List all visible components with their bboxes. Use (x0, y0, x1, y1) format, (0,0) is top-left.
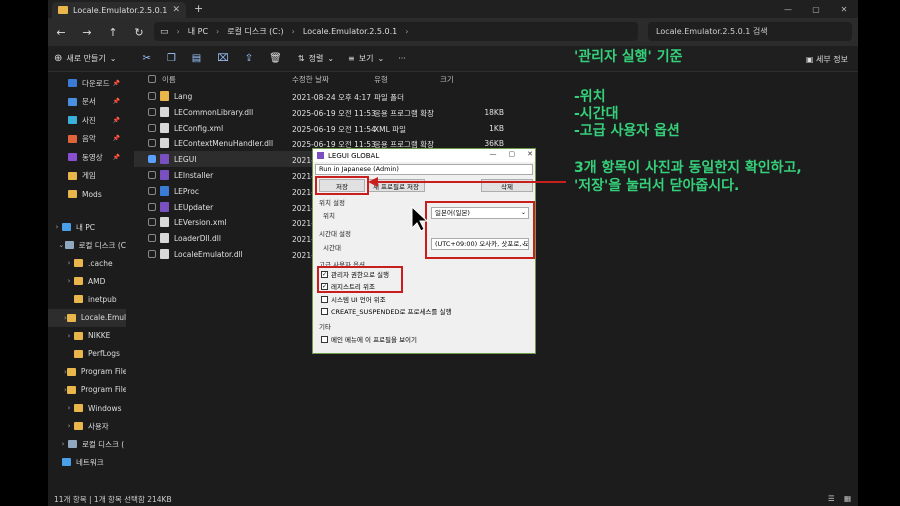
annotation-arrow (368, 177, 566, 232)
note-advanced: -고급 사용자 옵션 (574, 123, 680, 139)
note-title: '관리자 실행' 기준 (574, 49, 683, 65)
mouse-cursor-icon (411, 205, 429, 232)
note-instruction-2: '저장'을 눌러서 닫아줍시다. (574, 178, 740, 194)
note-instruction-1: 3개 항목이 사진과 동일한지 확인하고, (574, 160, 802, 176)
